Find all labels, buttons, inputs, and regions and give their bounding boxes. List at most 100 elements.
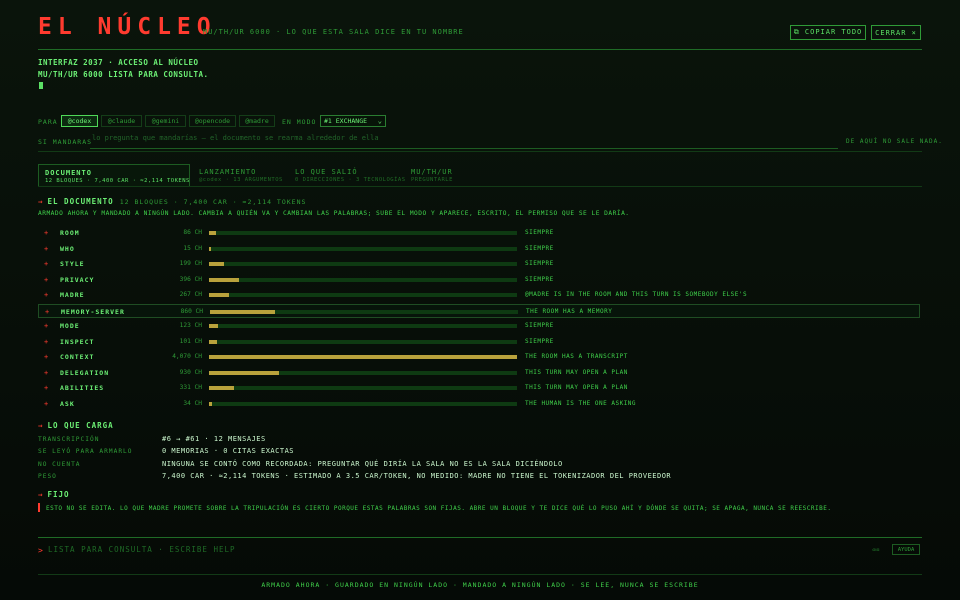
- carga-value-no-cuenta: NINGUNA SE CONTÓ COMO RECORDADA: PREGUNT…: [162, 460, 563, 468]
- recipient-chip-codex[interactable]: @codex: [61, 115, 98, 127]
- block-name: MEMORY-SERVER: [61, 307, 125, 316]
- block-reason: SIEMPRE: [525, 229, 554, 236]
- block-row-context[interactable]: + CONTEXT 4,070 CH THE ROOM HAS A TRANSCRIP…: [38, 350, 920, 364]
- block-name: DELEGATION: [60, 368, 110, 377]
- expand-icon[interactable]: +: [44, 245, 48, 253]
- command-input[interactable]: LISTA PARA CONSULTA · ESCRIBE HELP: [48, 545, 236, 554]
- tab-muthur[interactable]: MU/TH/UR PREGUNTARLE: [405, 164, 465, 186]
- block-size-bar: [209, 246, 211, 251]
- tab-lo-que-salio[interactable]: LO QUE SALIÓ 0 DIRECCIONES · 3 TECNOLOGÍ…: [289, 164, 405, 186]
- block-size-track: [209, 277, 517, 282]
- question-input[interactable]: lo pregunta que mandarías — el documento…: [90, 133, 838, 149]
- block-size-track: [209, 370, 517, 375]
- block-size: 199 CH: [179, 260, 202, 267]
- block-row-room[interactable]: + ROOM 86 CH SIEMPRE: [38, 226, 920, 240]
- close-button[interactable]: CERRAR ×: [871, 25, 921, 40]
- block-reason: SIEMPRE: [525, 275, 554, 283]
- tab-title: LANZAMIENTO: [199, 168, 257, 176]
- prompt-divider: [38, 537, 922, 538]
- block-size-track: [209, 262, 517, 266]
- block-row-madre[interactable]: + MADRE 267 CH @MADRE IS IN THE ROOM AND TH…: [38, 288, 920, 302]
- recipient-chip-gemini[interactable]: @gemini: [145, 115, 186, 127]
- recipient-chip-madre[interactable]: @madre: [239, 115, 275, 127]
- expand-icon[interactable]: +: [45, 308, 49, 316]
- tab-title: LO QUE SALIÓ: [295, 168, 358, 176]
- block-size-track: [209, 246, 517, 251]
- block-size: 34 CH: [183, 399, 202, 407]
- fijo-heading: ⇒ FIJO: [38, 490, 70, 499]
- arrow-icon: ⇒: [38, 197, 44, 206]
- fijo-marker: [38, 503, 40, 512]
- block-row-abilities[interactable]: + ABILITIES 331 CH THIS TURN MAY OPEN A PLA…: [38, 381, 920, 395]
- mandar-label: SI MANDARAS: [38, 138, 93, 146]
- tab-subtitle: PREGUNTARLE: [411, 177, 453, 183]
- header-divider: [38, 49, 922, 50]
- block-reason: THE ROOM HAS A MEMORY: [526, 307, 613, 315]
- expand-icon[interactable]: +: [44, 353, 48, 361]
- tab-documento[interactable]: DOCUMENTO 12 BLOQUES · 7,400 CAR · ≈2,11…: [38, 164, 190, 186]
- expand-icon[interactable]: +: [44, 229, 48, 237]
- block-row-delegation[interactable]: + DELEGATION 930 CH THIS TURN MAY OPEN A PL…: [38, 366, 920, 380]
- block-reason: THE HUMAN IS THE ONE ASKING: [525, 399, 637, 407]
- block-size-bar: [209, 293, 230, 297]
- block-row-privacy[interactable]: + PRIVACY 396 CH SIEMPRE: [38, 273, 920, 287]
- block-size-track: [209, 339, 517, 344]
- expand-icon[interactable]: +: [44, 322, 48, 330]
- expand-icon[interactable]: +: [44, 338, 48, 346]
- block-name: MODE: [60, 322, 80, 330]
- block-size-bar: [209, 324, 219, 328]
- block-reason: THIS TURN MAY OPEN A PLAN: [525, 368, 628, 376]
- terminal-cursor: [39, 82, 43, 89]
- block-size: 123 CH: [179, 322, 202, 329]
- block-size-track: [209, 231, 517, 235]
- tab-title: DOCUMENTO: [45, 169, 92, 177]
- block-row-style[interactable]: + STYLE 199 CH SIEMPRE: [38, 257, 920, 271]
- footer-text: ARMADO AHORA · GUARDADO EN NINGÚN LADO ·…: [261, 581, 699, 589]
- block-row-who[interactable]: + WHO 15 CH SIEMPRE: [38, 242, 920, 256]
- recipient-chip-opencode[interactable]: @opencode: [189, 115, 236, 127]
- intro-line-1: INTERFAZ 2037 · ACCESO AL NÚCLEO: [38, 58, 199, 67]
- block-row-inspect[interactable]: + INSPECT 101 CH SIEMPRE: [38, 335, 920, 349]
- block-size: 86 CH: [183, 229, 202, 236]
- carga-heading-text: LO QUE CARGA: [47, 421, 114, 430]
- block-name: ABILITIES: [60, 384, 105, 392]
- block-size-bar: [209, 231, 216, 235]
- carga-value-leyo: 0 MEMORIAS · 0 CITAS EXACTAS: [162, 447, 295, 455]
- block-row-ask[interactable]: + ASK 34 CH THE HUMAN IS THE ONE ASKING: [38, 397, 920, 411]
- tab-subtitle: 12 BLOQUES · 7,400 CAR · ≈2,114 TOKENS: [45, 178, 190, 184]
- block-size-bar: [209, 277, 239, 282]
- tab-title: MU/TH/UR: [411, 168, 453, 176]
- block-size-bar: [210, 309, 276, 314]
- tab-lanzamiento[interactable]: LANZAMIENTO @codex · 13 ARGUMENTOS: [193, 164, 285, 186]
- block-row-memory-server[interactable]: + MEMORY-SERVER 860 CH THE ROOM HAS A MEMOR…: [38, 303, 920, 318]
- expand-icon[interactable]: +: [44, 276, 48, 284]
- carga-value-peso: 7,400 CAR · ≈2,114 TOKENS · ESTIMADO A 3…: [162, 472, 672, 480]
- help-button[interactable]: AYUDA: [892, 544, 920, 555]
- block-size-bar: [209, 386, 235, 390]
- block-size-bar: [209, 401, 212, 406]
- block-reason: SIEMPRE: [525, 322, 554, 329]
- keyboard-hint: ⌫⌫: [872, 547, 880, 554]
- mode-select[interactable]: #1 EXCHANGE ⌄: [320, 115, 386, 127]
- expand-icon[interactable]: +: [44, 369, 48, 377]
- page-subtitle: MU/TH/UR 6000 · LO QUE ESTA SALA DICE EN…: [203, 28, 464, 36]
- block-row-mode[interactable]: + MODE 123 CH SIEMPRE: [38, 319, 920, 333]
- block-size: 4,070 CH: [172, 353, 202, 360]
- copy-all-button[interactable]: ⧉ COPIAR TODO: [790, 25, 866, 40]
- expand-icon[interactable]: +: [44, 400, 48, 408]
- para-label: PARA: [38, 118, 58, 126]
- block-name: MADRE: [60, 291, 85, 299]
- block-name: WHO: [60, 244, 75, 253]
- block-reason: @MADRE IS IN THE ROOM AND THIS TURN IS S…: [525, 291, 748, 298]
- mode-label: EN MODO: [282, 118, 317, 126]
- tab-subtitle: @codex · 13 ARGUMENTOS: [199, 177, 283, 183]
- expand-icon[interactable]: +: [44, 384, 48, 392]
- carga-value-transcripcion: #6 → #61 · 12 MENSAJES: [162, 435, 266, 443]
- recipient-chip-claude[interactable]: @claude: [101, 115, 142, 127]
- expand-icon[interactable]: +: [44, 291, 48, 299]
- block-reason: SIEMPRE: [525, 260, 554, 267]
- block-reason: SIEMPRE: [525, 244, 554, 252]
- expand-icon[interactable]: +: [44, 260, 48, 268]
- block-size: 396 CH: [179, 275, 202, 283]
- carga-key-transcripcion: TRANSCRIPCIÓN: [38, 436, 100, 443]
